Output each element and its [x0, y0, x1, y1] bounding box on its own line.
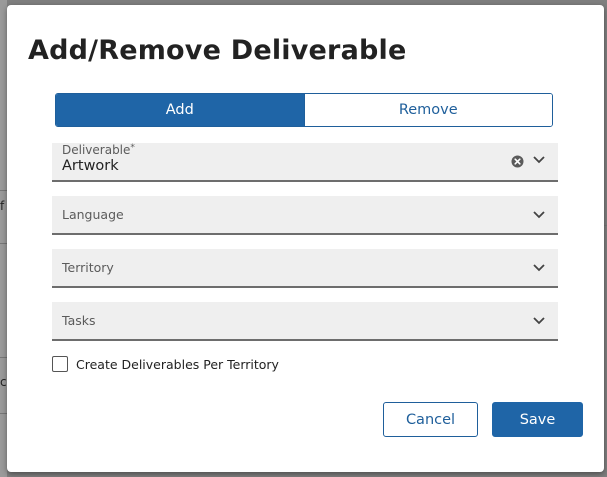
- per-territory-label[interactable]: Create Deliverables Per Territory: [76, 357, 279, 372]
- tasks-label: Tasks: [62, 313, 96, 328]
- deliverable-select[interactable]: Deliverable* Artwork: [52, 143, 558, 182]
- deliverable-value: Artwork: [62, 158, 119, 174]
- chevron-down-icon[interactable]: [532, 260, 546, 274]
- background-text-fragment: f: [0, 199, 5, 213]
- chevron-down-icon[interactable]: [532, 313, 546, 327]
- per-territory-option: Create Deliverables Per Territory: [52, 356, 279, 372]
- background-divider: [0, 243, 7, 244]
- language-label: Language: [62, 207, 124, 222]
- chevron-down-icon[interactable]: [532, 207, 546, 221]
- per-territory-checkbox[interactable]: [52, 356, 68, 372]
- required-marker: *: [130, 143, 135, 153]
- chevron-down-icon[interactable]: [532, 152, 546, 166]
- tab-remove[interactable]: Remove: [303, 94, 552, 126]
- territory-label: Territory: [62, 260, 114, 275]
- territory-select[interactable]: Territory: [52, 249, 558, 288]
- dialog-title: Add/Remove Deliverable: [28, 35, 407, 66]
- deliverable-label-text: Deliverable: [62, 143, 131, 157]
- background-page-strip: [0, 0, 7, 477]
- deliverable-label: Deliverable*: [62, 143, 135, 157]
- add-remove-deliverable-dialog: Add/Remove Deliverable Add Remove Delive…: [7, 5, 604, 472]
- clear-icon[interactable]: [511, 155, 524, 168]
- tab-add[interactable]: Add: [56, 94, 304, 126]
- save-button[interactable]: Save: [492, 402, 583, 437]
- tasks-select[interactable]: Tasks: [52, 302, 558, 341]
- background-text-fragment: c: [0, 375, 7, 389]
- language-select[interactable]: Language: [52, 196, 558, 235]
- cancel-button[interactable]: Cancel: [383, 402, 478, 437]
- background-divider: [0, 357, 7, 358]
- background-divider: [0, 413, 7, 414]
- mode-toggle: Add Remove: [55, 93, 553, 127]
- background-divider: [0, 190, 7, 191]
